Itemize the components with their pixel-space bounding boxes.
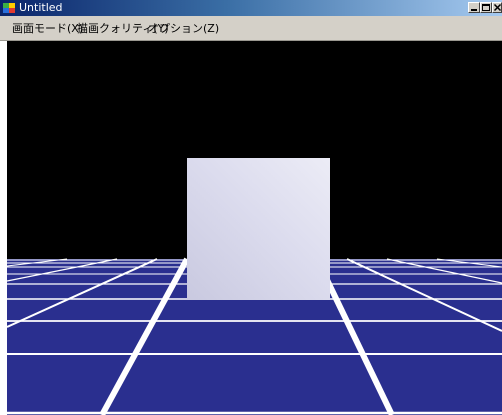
minimize-icon [471,9,477,11]
menu-screen-mode[interactable]: 画面モード(X) [12,22,83,36]
maximize-icon [482,4,490,11]
title-bar[interactable]: Untitled [0,0,502,16]
menu-options[interactable]: オプション(Z) [148,22,219,36]
maximize-button[interactable] [480,2,492,13]
3d-viewport[interactable] [7,41,502,415]
window-title: Untitled [19,1,63,14]
application-window: Untitled 画面モード(X) 描画クォリティ(Y) オプション(Z) [0,0,502,415]
cube[interactable] [187,158,330,300]
menu-bar: 画面モード(X) 描画クォリティ(Y) オプション(Z) [0,16,502,41]
app-logo-icon [2,1,16,15]
close-button[interactable] [492,2,502,13]
left-frame-edge [0,41,7,415]
minimize-button[interactable] [468,2,480,13]
close-icon [493,3,502,12]
